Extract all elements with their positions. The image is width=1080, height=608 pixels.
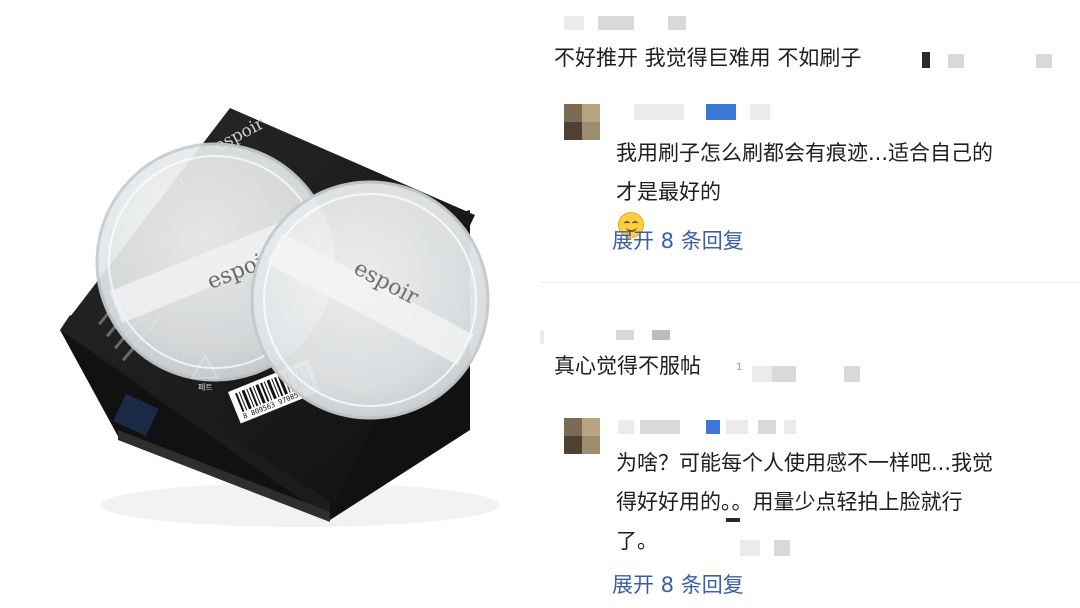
expand-replies-link[interactable]: 展开 8 条回复 bbox=[612, 570, 744, 600]
product-photo: espoir 페트 8 809563 970858 espoir espoir bbox=[0, 0, 540, 608]
redaction bbox=[844, 366, 860, 382]
redaction bbox=[740, 540, 760, 556]
reply-line: 我用刷子怎么刷都会有痕迹...适合自己的 bbox=[616, 141, 994, 165]
comment-text: 不好推开 我觉得巨难用 不如刷子 bbox=[554, 46, 862, 70]
redaction bbox=[922, 52, 930, 68]
reply-text: 我用刷子怎么刷都会有痕迹...适合自己的 才是最好的 bbox=[616, 134, 1046, 238]
product-illustration: espoir 페트 8 809563 970858 espoir espoir bbox=[60, 108, 500, 527]
redaction bbox=[752, 366, 772, 382]
reply-line: 了。 bbox=[616, 529, 658, 553]
reply-line: 得好好用的。。用量少点轻拍上脸就行 bbox=[616, 490, 963, 514]
avatar[interactable] bbox=[564, 418, 600, 454]
reply-text: 为啥？可能每个人使用感不一样吧...我觉 得好好用的。。用量少点轻拍上脸就行 了… bbox=[616, 444, 1046, 561]
reply-line: 为啥？可能每个人使用感不一样吧...我觉 bbox=[616, 451, 994, 475]
avatar[interactable] bbox=[564, 104, 600, 140]
redaction bbox=[726, 518, 740, 522]
redaction bbox=[774, 540, 790, 556]
redaction bbox=[1036, 54, 1052, 68]
comment-text: 真心觉得不服帖 bbox=[554, 354, 701, 378]
redaction bbox=[772, 366, 796, 382]
comments-panel: 不好推开 我觉得巨难用 不如刷子 我用刷子怎么刷都会有痕迹...适合自己的 才是… bbox=[540, 0, 1080, 608]
redaction: 1 bbox=[736, 362, 743, 373]
expand-replies-link[interactable]: 展开 8 条回复 bbox=[612, 226, 744, 256]
svg-text:페트: 페트 bbox=[198, 382, 213, 392]
puff-right: espoir bbox=[250, 180, 490, 420]
divider bbox=[540, 282, 1080, 283]
redaction bbox=[948, 54, 964, 68]
